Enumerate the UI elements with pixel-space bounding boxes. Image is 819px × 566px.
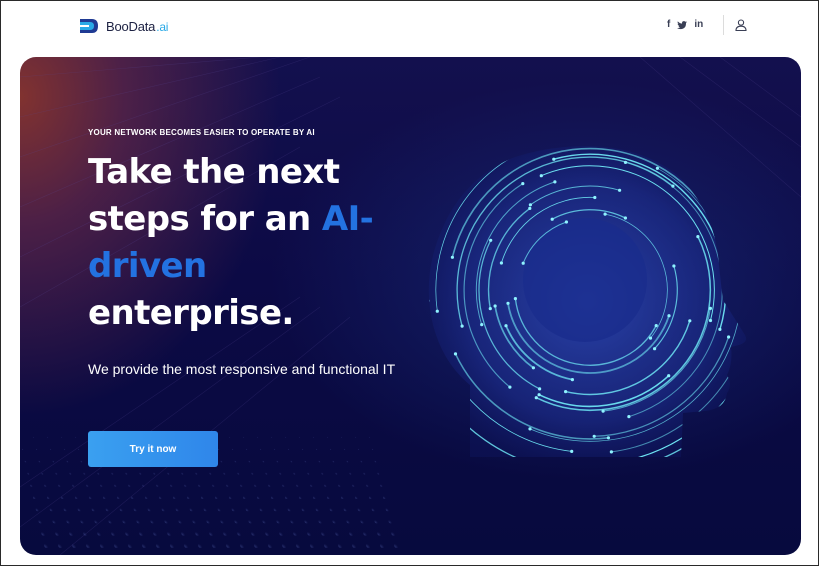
hero-headline: Take the next steps for an AI-driven ent…: [88, 149, 408, 337]
ai-head-illustration: [428, 146, 747, 457]
headline-part-1: Take the next steps for an: [88, 152, 340, 239]
hero-section: YOUR NETWORK BECOMES EASIER TO OPERATE B…: [20, 57, 801, 555]
hero-kicker: YOUR NETWORK BECOMES EASIER TO OPERATE B…: [88, 128, 315, 137]
page-frame: BooData.ai f in YOUR NETWORK BECOMES EAS…: [0, 0, 819, 566]
try-it-now-button[interactable]: Try it now: [88, 431, 218, 467]
facebook-icon[interactable]: f: [667, 19, 670, 31]
brand-name: BooData.ai: [106, 18, 169, 34]
user-icon[interactable]: [735, 19, 747, 31]
linkedin-icon[interactable]: in: [694, 19, 703, 31]
social-links: f in: [667, 19, 703, 31]
brand-suffix: .ai: [156, 19, 169, 34]
brand-logo[interactable]: BooData.ai: [78, 16, 168, 36]
logo-mark-icon: [78, 19, 98, 33]
header-divider: [723, 15, 724, 35]
site-header: BooData.ai f in: [1, 1, 819, 53]
hero-subtext: We provide the most responsive and funct…: [88, 361, 396, 377]
twitter-icon[interactable]: [677, 20, 688, 30]
headline-part-2: enterprise.: [88, 293, 294, 333]
